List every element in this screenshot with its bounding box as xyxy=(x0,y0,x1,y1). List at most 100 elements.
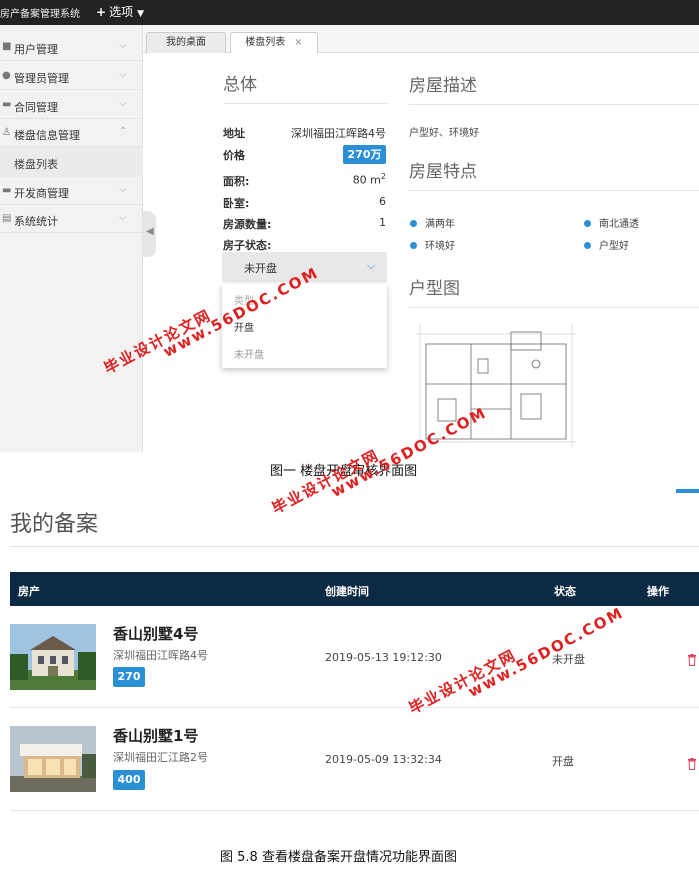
person-icon: ♙ xyxy=(2,127,11,138)
chevron-down-icon: ⌵ xyxy=(119,184,127,195)
sidebar-item-users[interactable]: ■ 用户管理 ⌵ xyxy=(0,33,143,61)
tab-property-list[interactable]: 楼盘列表 × xyxy=(230,32,318,53)
price-badge: 270 xyxy=(113,667,145,687)
bullet-icon xyxy=(584,242,591,249)
feature-label: 环境好 xyxy=(425,241,455,252)
feature-label: 满两年 xyxy=(425,219,455,230)
created-time: 2019-05-09 13:32:34 xyxy=(325,753,442,766)
price-badge: 400 xyxy=(113,770,145,790)
status-label: 房子状态: xyxy=(223,239,272,252)
column-header-actions: 操作 xyxy=(647,585,669,598)
property-address: 深圳福田汇江路2号 xyxy=(113,751,208,764)
status-select[interactable]: 未开盘 ⌵ xyxy=(222,252,387,282)
divider xyxy=(409,307,699,308)
feature-item: 满两年 xyxy=(410,215,455,230)
chevron-down-icon: ⌵ xyxy=(119,69,127,80)
features-title: 房屋特点 xyxy=(409,162,477,182)
property-name[interactable]: 香山别墅1号 xyxy=(113,725,198,746)
tab-label: 楼盘列表 xyxy=(245,37,286,48)
sidebar-item-label: 系统统计 xyxy=(14,215,58,228)
bullet-icon xyxy=(584,220,591,227)
options-menu[interactable]: + 选项 ▼ xyxy=(96,3,144,20)
bullet-icon xyxy=(410,242,417,249)
table-header: 房产 创建时间 状态 操作 xyxy=(10,572,699,606)
chevron-down-icon: ⌵ xyxy=(119,40,127,51)
tab-bar: 我的桌面 楼盘列表 × xyxy=(143,25,699,53)
sidebar-item-label: 开发商管理 xyxy=(14,187,69,200)
area-number: 80 m xyxy=(352,173,381,187)
sidebar-collapse-handle[interactable]: ◀ xyxy=(143,211,156,257)
figure-caption-1: 图一 楼盘开盘审核界面图 xyxy=(270,464,418,479)
dropdown-option-open[interactable]: 开盘 xyxy=(234,319,254,334)
property-thumbnail xyxy=(10,726,96,792)
sidebar-item-property-info[interactable]: ♙ 楼盘信息管理 ⌃ xyxy=(0,119,143,147)
plus-icon: + xyxy=(96,5,107,19)
sidebar-item-label: 用户管理 xyxy=(14,43,58,56)
chevron-left-icon: ◀ xyxy=(146,226,154,237)
sidebar-item-label: 管理员管理 xyxy=(14,72,69,85)
status-dropdown: 类型 开盘 未开盘 xyxy=(222,284,387,368)
close-icon[interactable]: × xyxy=(294,37,302,48)
description-text: 户型好、环境好 xyxy=(409,128,479,139)
accent-bar xyxy=(676,489,699,493)
column-header-created: 创建时间 xyxy=(325,585,369,598)
chevron-down-icon: ⌵ xyxy=(119,98,127,109)
description-title: 房屋描述 xyxy=(409,76,477,96)
sidebar-subitem-label: 楼盘列表 xyxy=(14,158,58,171)
row-divider xyxy=(10,810,699,811)
options-label: 选项 xyxy=(109,5,134,19)
chevron-down-icon: ⌵ xyxy=(119,212,127,223)
page-title: 我的备案 xyxy=(10,512,99,537)
floorplan-title: 户型图 xyxy=(409,279,460,299)
trash-icon[interactable] xyxy=(687,758,697,770)
sidebar-item-label: 合同管理 xyxy=(14,101,58,114)
users-icon: ■ xyxy=(2,41,12,52)
divider xyxy=(409,190,699,191)
divider xyxy=(409,104,699,105)
trash-icon[interactable] xyxy=(687,654,697,666)
tab-desktop[interactable]: 我的桌面 xyxy=(146,32,226,53)
price-label: 价格 xyxy=(223,149,245,162)
property-audit-screenshot: 房产备案管理系统 + 选项 ▼ ■ 用户管理 ⌵ ● 管理员管理 ⌵ ▬ 合同管理 … xyxy=(0,0,699,452)
folder-icon: ▬ xyxy=(2,185,12,196)
area-label: 面积: xyxy=(223,175,250,188)
chevron-down-icon: ▼ xyxy=(137,9,144,19)
price-badge: 270万 xyxy=(343,145,386,164)
column-header-property: 房产 xyxy=(18,585,40,598)
divider xyxy=(223,103,387,104)
bullet-icon xyxy=(410,220,417,227)
feature-item: 户型好 xyxy=(584,237,629,252)
overview-title: 总体 xyxy=(223,75,257,95)
bedrooms-label: 卧室: xyxy=(223,197,250,210)
status-text: 未开盘 xyxy=(552,653,585,666)
sidebar-item-admins[interactable]: ● 管理员管理 ⌵ xyxy=(0,62,143,90)
sidebar: ■ 用户管理 ⌵ ● 管理员管理 ⌵ ▬ 合同管理 ⌵ ♙ 楼盘信息管理 ⌃ 楼… xyxy=(0,25,143,452)
status-select-value: 未开盘 xyxy=(244,262,277,275)
row-divider xyxy=(10,707,699,708)
sidebar-item-developers[interactable]: ▬ 开发商管理 ⌵ xyxy=(0,177,143,205)
feature-label: 南北通透 xyxy=(599,219,639,230)
dropdown-option-placeholder: 类型 xyxy=(234,296,254,307)
sidebar-item-statistics[interactable]: ▤ 系统统计 ⌵ xyxy=(0,205,143,233)
dropdown-option-not-open[interactable]: 未开盘 xyxy=(234,346,264,361)
app-title: 房产备案管理系统 xyxy=(0,9,80,20)
area-unit-superscript: 2 xyxy=(380,172,386,181)
area-value: 80 m2 xyxy=(353,172,386,187)
feature-label: 户型好 xyxy=(599,241,629,252)
tab-label: 我的桌面 xyxy=(166,37,206,48)
status-text: 开盘 xyxy=(552,755,574,768)
top-navbar: 房产备案管理系统 + 选项 ▼ xyxy=(0,0,699,25)
property-name[interactable]: 香山别墅4号 xyxy=(113,623,198,644)
sidebar-subitem-property-list[interactable]: 楼盘列表 xyxy=(0,147,143,177)
sidebar-item-contracts[interactable]: ▬ 合同管理 ⌵ xyxy=(0,91,143,119)
user-icon: ● xyxy=(2,70,11,81)
address-value: 深圳福田江晖路4号 xyxy=(291,127,386,140)
folder-icon: ▬ xyxy=(2,99,12,110)
listing-count-value: 1 xyxy=(379,216,386,229)
my-records-screenshot: 我的备案 房产 创建时间 状态 操作 香山别墅4号 深圳福田江晖路4号 270 … xyxy=(0,489,699,825)
divider xyxy=(10,546,699,547)
feature-item: 环境好 xyxy=(410,237,455,252)
feature-item: 南北通透 xyxy=(584,215,639,230)
bedrooms-value: 6 xyxy=(379,195,386,208)
floorplan-image xyxy=(416,324,576,447)
